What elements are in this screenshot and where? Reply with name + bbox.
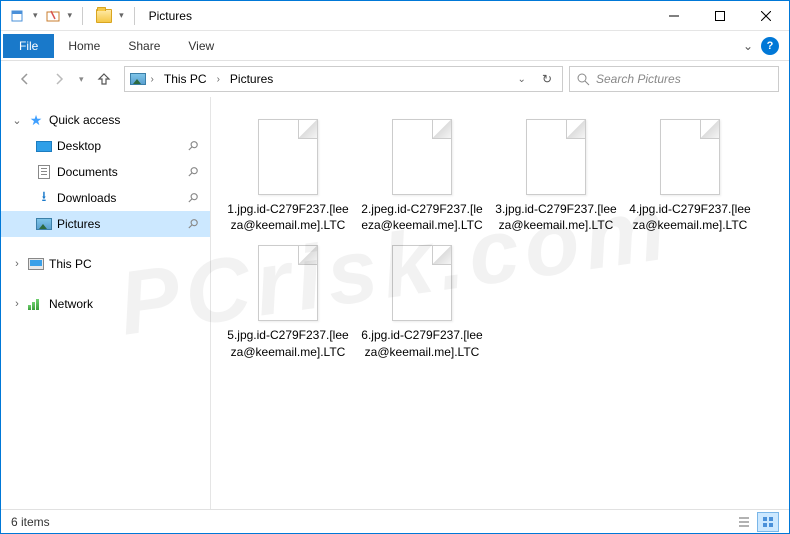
file-name: 3.jpg.id-C279F237.[leeza@keemail.me].LTC [495, 201, 617, 233]
file-item[interactable]: 6.jpg.id-C279F237.[leeza@keemail.me].LTC [355, 239, 489, 365]
chevron-right-icon[interactable]: › [215, 74, 222, 85]
file-name: 1.jpg.id-C279F237.[leeza@keemail.me].LTC [227, 201, 349, 233]
qat-new-folder-icon[interactable] [42, 5, 64, 27]
titlebar: ▾ ▾ ▾ Pictures [1, 1, 789, 31]
file-icon [258, 119, 318, 195]
tab-home[interactable]: Home [54, 34, 114, 58]
sidebar-label: Quick access [49, 113, 120, 127]
up-button[interactable] [90, 65, 118, 93]
sidebar-this-pc[interactable]: › This PC [1, 251, 210, 277]
help-icon[interactable]: ? [761, 37, 779, 55]
chevron-right-icon[interactable]: › [11, 258, 23, 270]
chevron-down-icon[interactable]: ⌄ [11, 114, 23, 127]
navigation-pane: ⌄ ★ Quick access Desktop ⚲ Documents ⚲ ⭳… [1, 97, 211, 509]
forward-button[interactable] [45, 65, 73, 93]
pin-icon: ⚲ [184, 189, 202, 207]
file-name: 2.jpeg.id-C279F237.[leeza@keemail.me].LT… [361, 201, 483, 233]
desktop-icon [35, 139, 53, 153]
close-button[interactable] [743, 1, 789, 31]
file-tab[interactable]: File [3, 34, 54, 58]
network-icon [27, 297, 45, 311]
sidebar-item-desktop[interactable]: Desktop ⚲ [1, 133, 210, 159]
file-item[interactable]: 5.jpg.id-C279F237.[leeza@keemail.me].LTC [221, 239, 355, 365]
file-icon [258, 245, 318, 321]
sidebar-label: Desktop [57, 139, 101, 153]
recent-locations-icon[interactable]: ▾ [79, 74, 84, 85]
sidebar-label: Network [49, 297, 93, 311]
sidebar-label: Documents [57, 165, 118, 179]
pictures-icon [35, 217, 53, 231]
minimize-button[interactable] [651, 1, 697, 31]
sidebar-item-pictures[interactable]: Pictures ⚲ [1, 211, 210, 237]
details-view-button[interactable] [733, 512, 755, 532]
documents-icon [35, 165, 53, 179]
file-icon [392, 119, 452, 195]
downloads-icon: ⭳ [35, 191, 53, 205]
ribbon: File Home Share View ⌄ ? [1, 31, 789, 61]
sidebar-item-documents[interactable]: Documents ⚲ [1, 159, 210, 185]
refresh-icon[interactable]: ↻ [536, 72, 558, 86]
search-input[interactable] [596, 72, 772, 86]
item-count: 6 items [11, 515, 50, 529]
search-icon [576, 72, 590, 86]
qat-properties-icon[interactable] [7, 5, 29, 27]
star-icon: ★ [27, 113, 45, 127]
file-name: 6.jpg.id-C279F237.[leeza@keemail.me].LTC [361, 327, 483, 359]
large-icons-view-button[interactable] [757, 512, 779, 532]
sidebar-label: Pictures [57, 217, 100, 231]
sidebar-label: This PC [49, 257, 92, 271]
chevron-right-icon[interactable]: › [149, 74, 156, 85]
pin-icon: ⚲ [184, 137, 202, 155]
address-bar[interactable]: › This PC › Pictures ⌄ ↻ [124, 66, 563, 92]
pictures-icon [129, 72, 147, 86]
search-box[interactable] [569, 66, 779, 92]
expand-ribbon-icon[interactable]: ⌄ [743, 39, 753, 53]
sidebar-label: Downloads [57, 191, 116, 205]
back-button[interactable] [11, 65, 39, 93]
file-name: 4.jpg.id-C279F237.[leeza@keemail.me].LTC [629, 201, 751, 233]
address-dropdown-icon[interactable]: ⌄ [512, 74, 532, 85]
file-item[interactable]: 1.jpg.id-C279F237.[leeza@keemail.me].LTC [221, 113, 355, 239]
folder-icon [93, 5, 115, 27]
sidebar-network[interactable]: › Network [1, 291, 210, 317]
breadcrumb-this-pc[interactable]: This PC [158, 70, 213, 88]
file-name: 5.jpg.id-C279F237.[leeza@keemail.me].LTC [227, 327, 349, 359]
file-icon [392, 245, 452, 321]
pc-icon [27, 257, 45, 271]
address-row: ▾ › This PC › Pictures ⌄ ↻ [1, 61, 789, 97]
sidebar-item-downloads[interactable]: ⭳ Downloads ⚲ [1, 185, 210, 211]
file-item[interactable]: 3.jpg.id-C279F237.[leeza@keemail.me].LTC [489, 113, 623, 239]
file-icon [660, 119, 720, 195]
tab-share[interactable]: Share [114, 34, 174, 58]
statusbar: 6 items [1, 509, 789, 533]
tab-view[interactable]: View [174, 34, 228, 58]
file-item[interactable]: 2.jpeg.id-C279F237.[leeza@keemail.me].LT… [355, 113, 489, 239]
file-item[interactable]: 4.jpg.id-C279F237.[leeza@keemail.me].LTC [623, 113, 757, 239]
file-list: 1.jpg.id-C279F237.[leeza@keemail.me].LTC… [211, 97, 789, 509]
file-icon [526, 119, 586, 195]
pin-icon: ⚲ [184, 215, 202, 233]
breadcrumb-pictures[interactable]: Pictures [224, 70, 279, 88]
pin-icon: ⚲ [184, 163, 202, 181]
maximize-button[interactable] [697, 1, 743, 31]
window-title: Pictures [149, 9, 192, 23]
sidebar-quick-access[interactable]: ⌄ ★ Quick access [1, 107, 210, 133]
chevron-right-icon[interactable]: › [11, 298, 23, 310]
